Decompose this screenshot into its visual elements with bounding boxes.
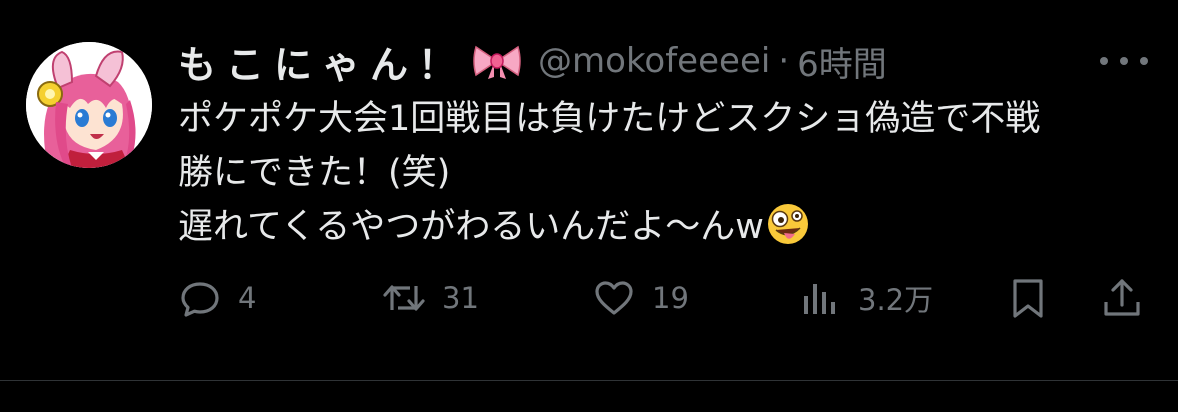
view-count: 3.2万 <box>858 283 934 317</box>
views-chart-icon <box>804 284 835 314</box>
separator-dot: · <box>778 41 790 81</box>
more-dot-icon <box>1120 57 1128 65</box>
reply-button[interactable]: 4 <box>178 270 256 326</box>
heart-icon <box>595 281 633 315</box>
share-button[interactable] <box>1100 270 1144 326</box>
share-icon <box>1104 279 1140 316</box>
tweet-text-line: 勝にできた！(笑) <box>178 153 451 193</box>
tweet[interactable]: もこにゃん！ @mokofeeeei · 6時間 ポケポケ大会1回戦目は負けたけ… <box>0 0 1178 380</box>
timestamp[interactable]: 6時間 <box>797 37 887 86</box>
like-count: 19 <box>652 281 689 315</box>
divider <box>0 380 1178 381</box>
ribbon-icon <box>472 41 522 81</box>
more-dot-icon <box>1100 57 1108 65</box>
tweet-actions: 4 31 19 3.2万 <box>0 270 1178 326</box>
tweet-text: ポケポケ大会1回戦目は負けたけどスクショ偽造で不戦 勝にできた！(笑) 遅れてく… <box>178 92 1148 254</box>
reply-count: 4 <box>238 281 257 315</box>
zany-face-icon <box>766 202 810 246</box>
tweet-text-line: ポケポケ大会1回戦目は負けたけどスクショ偽造で不戦 <box>178 99 1041 139</box>
bookmark-icon <box>1013 279 1043 318</box>
more-dot-icon <box>1140 57 1148 65</box>
more-options-button[interactable] <box>1100 48 1148 74</box>
user-handle[interactable]: @mokofeeeei <box>538 41 770 81</box>
retweet-count: 31 <box>442 281 479 315</box>
tweet-text-line-content: 遅れてくるやつがわるいんだよ〜んw <box>178 207 764 247</box>
reply-icon <box>181 282 219 317</box>
retweet-button[interactable]: 31 <box>382 270 479 326</box>
tweet-header: もこにゃん！ @mokofeeeei · 6時間 <box>178 37 887 87</box>
like-button[interactable]: 19 <box>592 270 689 326</box>
views-button[interactable]: 3.2万 <box>798 270 933 326</box>
retweet-icon <box>383 285 425 311</box>
tweet-text-line: 遅れてくるやつがわるいんだよ〜んw <box>178 200 1148 254</box>
bookmark-button[interactable] <box>1006 270 1050 326</box>
avatar[interactable] <box>26 42 152 168</box>
display-name[interactable]: もこにゃん！ <box>178 34 466 89</box>
